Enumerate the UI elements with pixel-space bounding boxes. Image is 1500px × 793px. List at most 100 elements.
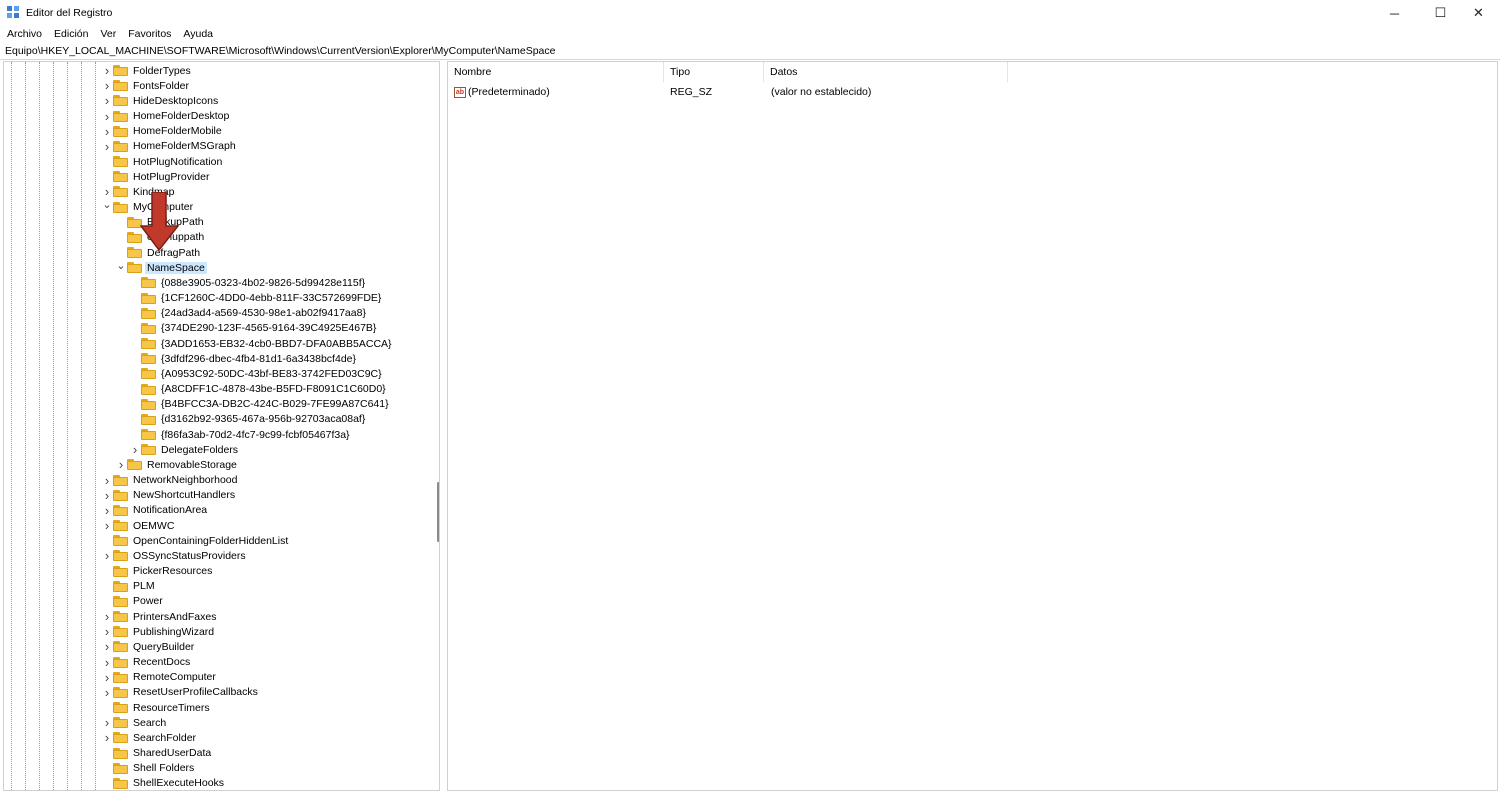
chevron-right-icon[interactable]: › <box>101 518 113 533</box>
chevron-right-icon[interactable]: › <box>101 503 113 518</box>
chevron-right-icon[interactable]: › <box>101 624 113 639</box>
chevron-right-icon[interactable]: › <box>101 609 113 624</box>
tree-node[interactable]: {088e3905-0323-4b02-9826-5d99428e115f} <box>129 275 367 290</box>
chevron-right-icon[interactable]: › <box>129 442 141 457</box>
tree-node[interactable]: {3dfdf296-dbec-4fb4-81d1-6a3438bcf4de} <box>129 351 358 366</box>
tree-node[interactable]: {374DE290-123F-4565-9164-39C4925E467B} <box>129 321 378 336</box>
tree-node[interactable]: Power <box>101 594 165 609</box>
chevron-right-icon[interactable]: › <box>101 109 113 124</box>
tree-node[interactable]: › HideDesktopIcons <box>101 93 220 108</box>
tree-node[interactable]: {A0953C92-50DC-43bf-BE83-3742FED03C9C} <box>129 366 384 381</box>
chevron-right-icon[interactable]: › <box>101 63 113 78</box>
menu-ayuda[interactable]: Ayuda <box>177 26 219 44</box>
tree-connector <box>101 564 113 579</box>
chevron-right-icon[interactable]: › <box>101 139 113 154</box>
tree-node-label: Search <box>133 716 167 729</box>
minimize-button[interactable]: ─ <box>1372 0 1417 26</box>
chevron-right-icon[interactable]: › <box>101 78 113 93</box>
tree-node[interactable]: › RecentDocs <box>101 655 192 670</box>
tree-node-label: RemoteComputer <box>133 671 216 684</box>
folder-icon <box>113 80 128 92</box>
tree-node-label: DelegateFolders <box>161 443 239 456</box>
tree-connector <box>101 776 113 790</box>
tree-node[interactable]: OpenContainingFolderHiddenList <box>101 533 290 548</box>
tree-node[interactable]: › OEMWC <box>101 518 176 533</box>
tree-node[interactable]: › HomeFolderDesktop <box>101 109 231 124</box>
chevron-right-icon[interactable]: › <box>101 655 113 670</box>
chevron-down-icon[interactable]: ⌄ <box>101 197 113 212</box>
tree-node[interactable]: ResourceTimers <box>101 700 212 715</box>
tree-node[interactable]: HotPlugNotification <box>101 154 224 169</box>
tree-node[interactable]: › SearchFolder <box>101 730 198 745</box>
tree-node[interactable]: › OSSyncStatusProviders <box>101 548 248 563</box>
tree-node[interactable]: › NotificationArea <box>101 503 209 518</box>
menu-bar: Archivo Edición Ver Favoritos Ayuda <box>0 26 1500 44</box>
chevron-right-icon[interactable]: › <box>101 473 113 488</box>
tree-node[interactable]: {1CF1260C-4DD0-4ebb-811F-33C572699FDE} <box>129 291 383 306</box>
tree-node[interactable]: › QueryBuilder <box>101 639 196 654</box>
values-list[interactable]: Nombre Tipo Datos ab (Predeterminado) RE… <box>447 61 1498 791</box>
tree-node-label: {3dfdf296-dbec-4fb4-81d1-6a3438bcf4de} <box>161 352 356 365</box>
folder-icon <box>141 353 156 365</box>
tree-node[interactable]: {A8CDFF1C-4878-43be-B5FD-F8091C1C60D0} <box>129 382 388 397</box>
tree-node[interactable]: › NetworkNeighborhood <box>101 473 239 488</box>
registry-tree[interactable]: › FolderTypes › FontsFolder › HideDesktopIcon… <box>3 61 440 791</box>
tree-node[interactable]: SharedUserData <box>101 746 213 761</box>
tree-connector <box>129 366 141 381</box>
chevron-right-icon[interactable]: › <box>101 639 113 654</box>
tree-node[interactable]: › PublishingWizard <box>101 624 216 639</box>
close-button[interactable]: ✕ <box>1456 0 1500 26</box>
tree-node-label: NetworkNeighborhood <box>133 474 238 487</box>
folder-icon <box>113 520 128 532</box>
tree-node[interactable]: › HomeFolderMobile <box>101 124 224 139</box>
folder-icon <box>113 595 128 607</box>
tree-node[interactable]: {24ad3ad4-a569-4530-98e1-ab02f9417aa8} <box>129 306 368 321</box>
tree-node[interactable]: › ResetUserProfileCallbacks <box>101 685 260 700</box>
tree-node[interactable]: › RemovableStorage <box>115 457 239 472</box>
chevron-right-icon[interactable]: › <box>101 715 113 730</box>
value-row[interactable]: ab (Predeterminado) REG_SZ (valor no est… <box>448 84 1048 100</box>
tree-node-label: {088e3905-0323-4b02-9826-5d99428e115f} <box>161 276 366 289</box>
menu-ver[interactable]: Ver <box>94 26 122 44</box>
tree-node[interactable]: › HomeFolderMSGraph <box>101 139 238 154</box>
tree-node[interactable]: › FolderTypes <box>101 63 193 78</box>
column-header-data[interactable]: Datos <box>764 62 1008 82</box>
tree-node[interactable]: › RemoteComputer <box>101 670 218 685</box>
tree-scrollbar-thumb[interactable] <box>437 482 439 542</box>
column-header-name[interactable]: Nombre <box>448 62 664 82</box>
chevron-right-icon[interactable]: › <box>101 670 113 685</box>
tree-node[interactable]: {B4BFCC3A-DB2C-424C-B029-7FE99A87C641} <box>129 397 391 412</box>
tree-node[interactable]: HotPlugProvider <box>101 169 211 184</box>
folder-icon <box>141 368 156 380</box>
chevron-right-icon[interactable]: › <box>101 685 113 700</box>
folder-icon <box>113 656 128 668</box>
tree-node[interactable]: PLM <box>101 579 157 594</box>
chevron-right-icon[interactable]: › <box>101 124 113 139</box>
folder-icon <box>141 413 156 425</box>
tree-node[interactable]: Shell Folders <box>101 761 196 776</box>
tree-node-label: SearchFolder <box>133 731 197 744</box>
tree-node[interactable]: PickerResources <box>101 564 214 579</box>
tree-node[interactable]: ⌄ NameSpace <box>115 260 207 275</box>
menu-favoritos[interactable]: Favoritos <box>122 26 177 44</box>
tree-connector <box>101 700 113 715</box>
tree-node[interactable]: {f86fa3ab-70d2-4fc7-9c99-fcbf05467f3a} <box>129 427 352 442</box>
column-header-type[interactable]: Tipo <box>664 62 764 82</box>
tree-node[interactable]: › Search <box>101 715 168 730</box>
tree-node[interactable]: › DelegateFolders <box>129 442 240 457</box>
tree-node[interactable]: › FontsFolder <box>101 78 191 93</box>
tree-node[interactable]: › PrintersAndFaxes <box>101 609 218 624</box>
menu-edicion[interactable]: Edición <box>48 26 94 44</box>
address-bar[interactable]: Equipo\HKEY_LOCAL_MACHINE\SOFTWARE\Micro… <box>0 44 1500 60</box>
chevron-right-icon[interactable]: › <box>115 457 127 472</box>
chevron-right-icon[interactable]: › <box>101 93 113 108</box>
tree-node[interactable]: › NewShortcutHandlers <box>101 488 237 503</box>
tree-node[interactable]: {d3162b92-9365-467a-956b-92703aca08af} <box>129 412 367 427</box>
chevron-right-icon[interactable]: › <box>101 730 113 745</box>
chevron-right-icon[interactable]: › <box>101 548 113 563</box>
chevron-right-icon[interactable]: › <box>101 488 113 503</box>
tree-node[interactable]: {3ADD1653-EB32-4cb0-BBD7-DFA0ABB5ACCA} <box>129 336 394 351</box>
menu-archivo[interactable]: Archivo <box>0 26 48 44</box>
chevron-down-icon[interactable]: ⌄ <box>115 258 127 273</box>
tree-node[interactable]: ShellExecuteHooks <box>101 776 226 790</box>
